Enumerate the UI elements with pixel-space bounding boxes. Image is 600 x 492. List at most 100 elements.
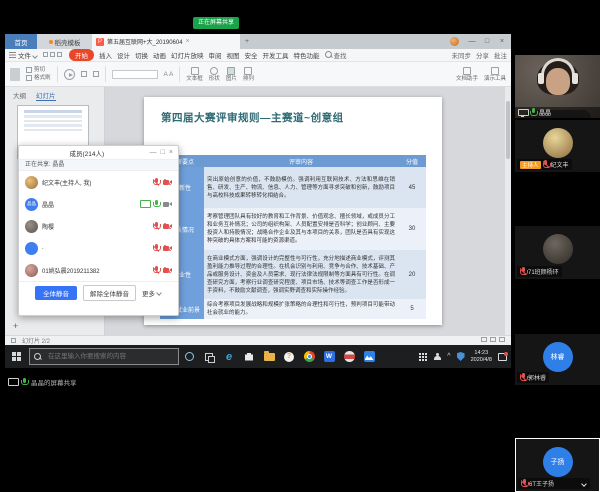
reset-button[interactable] bbox=[93, 71, 99, 77]
mute-all-button[interactable]: 全体静音 bbox=[35, 286, 77, 300]
new-tab-button[interactable]: + bbox=[240, 34, 254, 49]
avatar bbox=[25, 242, 38, 255]
maximize-button[interactable]: □ bbox=[480, 38, 494, 45]
layout-button[interactable] bbox=[81, 71, 87, 77]
mic-muted-icon[interactable] bbox=[153, 178, 159, 187]
camera-off-icon[interactable] bbox=[163, 223, 172, 229]
tab-document[interactable]: P 第五届互联网+大_20190604 × bbox=[92, 34, 240, 49]
unmute-all-button[interactable]: 解除全体静音 bbox=[83, 285, 136, 301]
cortana-icon[interactable] bbox=[179, 345, 199, 368]
menu-tab-animation[interactable]: 动画 bbox=[153, 50, 166, 60]
people-icon[interactable] bbox=[433, 353, 441, 361]
edge-icon[interactable]: e bbox=[219, 345, 239, 368]
input-indicator-icon[interactable] bbox=[419, 353, 427, 361]
participant-tile[interactable]: 林睿 郭林睿 bbox=[515, 334, 600, 385]
minimize-button[interactable]: — bbox=[465, 38, 479, 45]
file-explorer-icon[interactable] bbox=[259, 345, 279, 368]
chrome-icon[interactable] bbox=[299, 345, 319, 368]
comment-action[interactable]: 批注 bbox=[494, 50, 507, 60]
member-row[interactable]: 纪文丰(主持人, 我) bbox=[19, 171, 178, 193]
member-row[interactable]: . bbox=[19, 237, 178, 259]
sync-status[interactable]: 未同步 bbox=[452, 50, 472, 60]
member-row[interactable]: 01姚弘晨2019211382 bbox=[19, 259, 178, 281]
view-mode-icons[interactable] bbox=[478, 337, 505, 344]
mic-on-icon[interactable] bbox=[153, 200, 159, 209]
menu-tab-insert[interactable]: 插入 bbox=[99, 50, 112, 60]
share-action[interactable]: 分享 bbox=[476, 50, 489, 60]
outline-tab[interactable]: 大纲 bbox=[13, 90, 26, 101]
slide-counter: 幻灯片 2/2 bbox=[22, 336, 50, 345]
menu-tab-slideshow[interactable]: 幻灯片放映 bbox=[171, 50, 204, 60]
taskbar-search[interactable] bbox=[29, 348, 179, 365]
help-icon[interactable]: ? bbox=[279, 345, 299, 368]
file-menu[interactable]: 文件 bbox=[9, 50, 38, 60]
menu-tab-security[interactable]: 安全 bbox=[245, 50, 258, 60]
menu-tab-home[interactable]: 开始 bbox=[69, 49, 94, 61]
chevron-down-icon[interactable] bbox=[582, 481, 587, 486]
participant-tile-selected[interactable]: 子扬 6T王子扬 bbox=[515, 438, 600, 492]
participant-video-tile[interactable]: 晶晶 bbox=[515, 55, 600, 118]
sharing-note: 正在共享: 晶晶 bbox=[19, 160, 178, 171]
close-button[interactable]: × bbox=[495, 38, 509, 45]
menu-tab-review[interactable]: 审阅 bbox=[209, 50, 222, 60]
tray-expand-icon[interactable]: ^ bbox=[447, 353, 450, 360]
evaluation-table: 评审要点 评审内容 分值 创新性 突出原始创意的价值，不鼓励模仿。强调利用互联网… bbox=[160, 155, 426, 319]
grid-view-icon[interactable] bbox=[11, 338, 16, 343]
search-icon bbox=[325, 51, 333, 59]
wps-account-avatar[interactable] bbox=[450, 37, 459, 46]
panel-maximize-button[interactable]: □ bbox=[161, 149, 165, 156]
slides-tab[interactable]: 幻灯片 bbox=[36, 90, 56, 101]
tab-template[interactable]: 稻壳模板 bbox=[37, 34, 92, 49]
menu-tab-view[interactable]: 视图 bbox=[227, 50, 240, 60]
shape-button[interactable]: 形状 bbox=[209, 67, 220, 82]
arrange-button[interactable]: 排列 bbox=[243, 67, 254, 82]
wps-icon[interactable]: W bbox=[319, 345, 339, 368]
quick-access-icons[interactable] bbox=[43, 52, 64, 59]
screen-share-icon[interactable] bbox=[140, 200, 149, 208]
font-size-buttons[interactable]: A A bbox=[164, 71, 174, 78]
format-painter-button[interactable]: 格式刷 bbox=[26, 74, 51, 82]
meeting-app-icon[interactable] bbox=[359, 345, 379, 368]
textbox-button[interactable]: 文本框 bbox=[186, 67, 203, 82]
font-select[interactable] bbox=[112, 70, 158, 79]
mic-muted-icon[interactable] bbox=[153, 244, 159, 253]
menu-find[interactable]: 查找 bbox=[325, 50, 347, 60]
camera-off-icon[interactable] bbox=[163, 179, 172, 185]
new-slide-button[interactable]: + bbox=[13, 321, 18, 331]
menu-tab-transition[interactable]: 切换 bbox=[135, 50, 148, 60]
notification-icon[interactable] bbox=[498, 353, 507, 361]
mic-muted-icon[interactable] bbox=[153, 222, 159, 231]
media-app-icon[interactable] bbox=[339, 345, 359, 368]
camera-off-icon[interactable] bbox=[163, 245, 172, 251]
member-row[interactable]: 陶樱 bbox=[19, 215, 178, 237]
participant-tile[interactable]: 71班颜杨环 bbox=[515, 226, 600, 279]
search-input[interactable] bbox=[46, 352, 166, 361]
store-icon[interactable] bbox=[239, 345, 259, 368]
doc-assistant-button[interactable]: 文档助手 bbox=[456, 67, 478, 82]
task-view-icon[interactable] bbox=[199, 345, 219, 368]
panel-minimize-button[interactable]: — bbox=[150, 149, 157, 156]
member-row[interactable]: 晶晶 晶晶 bbox=[19, 193, 178, 215]
cut-button[interactable]: 剪切 bbox=[26, 66, 51, 74]
camera-icon[interactable] bbox=[163, 201, 172, 207]
tab-close-icon[interactable]: × bbox=[186, 38, 190, 45]
menu-tab-design[interactable]: 设计 bbox=[117, 50, 130, 60]
menu-tab-features[interactable]: 特色功能 bbox=[294, 50, 320, 60]
start-button[interactable] bbox=[5, 345, 29, 368]
picture-button[interactable]: 图片 bbox=[226, 67, 237, 82]
avatar bbox=[25, 264, 38, 277]
tab-home[interactable]: 首页 bbox=[5, 34, 37, 49]
participant-tile[interactable]: 主持人 纪文丰 bbox=[515, 120, 600, 172]
play-slideshow-button[interactable] bbox=[64, 69, 75, 80]
security-shield-icon[interactable] bbox=[457, 352, 465, 361]
more-button[interactable]: 更多 bbox=[142, 288, 162, 298]
slide[interactable]: 第四届大赛评审规则—主赛道~创意组 评审要点 评审内容 分值 创新性 突出原始创… bbox=[144, 97, 442, 325]
camera-off-icon[interactable] bbox=[163, 267, 172, 273]
panel-close-button[interactable]: × bbox=[169, 149, 173, 156]
present-tools-button[interactable]: 演示工具 bbox=[484, 67, 506, 82]
paste-button[interactable] bbox=[10, 68, 20, 81]
taskbar-clock[interactable]: 14:232020/4/8 bbox=[471, 350, 492, 364]
vertical-scrollbar[interactable] bbox=[505, 87, 511, 335]
mic-muted-icon[interactable] bbox=[153, 266, 159, 275]
menu-tab-devtools[interactable]: 开发工具 bbox=[263, 50, 289, 60]
